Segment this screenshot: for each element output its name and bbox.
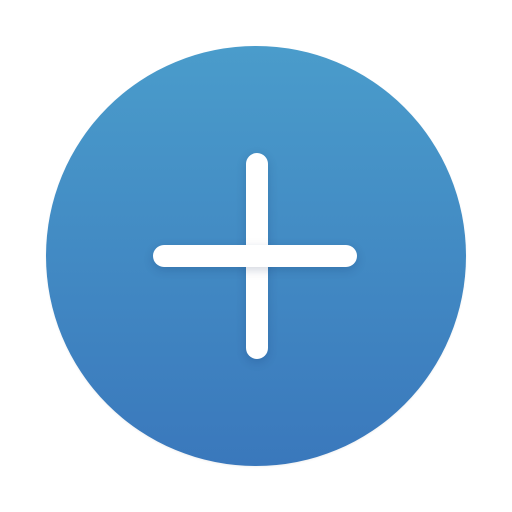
plus-icon — [46, 46, 466, 466]
add-button[interactable] — [46, 46, 466, 466]
plus-icon-horizontal-stroke — [153, 245, 357, 267]
app-icon-canvas — [0, 0, 512, 512]
